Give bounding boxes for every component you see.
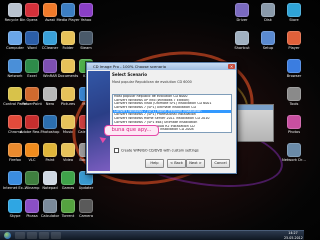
pdf-icon [25, 115, 39, 129]
dialog-heading: Select Scenario [112, 72, 147, 77]
ccleaner-icon [43, 31, 57, 45]
store-icon [287, 3, 301, 17]
desktop-icon-label: Browser [286, 74, 302, 78]
close-icon[interactable]: × [228, 64, 235, 69]
word-icon [25, 31, 39, 45]
desktop-icon[interactable]: Store [282, 2, 306, 30]
tray-clock[interactable]: 14:27 25.05.2012 [284, 231, 303, 240]
disk-icon [261, 3, 275, 17]
driver-icon [235, 3, 249, 17]
desktop-icon[interactable]: Steam [74, 30, 98, 58]
messenger-icon [79, 3, 93, 17]
cd-image-dialog: CD Image Pro - 100% Choose scenario × Se… [86, 62, 237, 174]
dialog-title: CD Image Pro - 100% Choose scenario [87, 63, 236, 70]
desktop-icon[interactable]: Camera [74, 198, 98, 226]
desktop-icon[interactable]: Tools [282, 86, 306, 114]
desktop-icon-label: Yahoo [80, 18, 92, 22]
disc-icon [43, 87, 57, 101]
archive-icon [43, 59, 57, 73]
games-icon [61, 171, 75, 185]
network-drive-icon [287, 143, 301, 157]
desktop-icon-label: Camera [78, 214, 94, 218]
checkbox-icon[interactable] [114, 148, 119, 153]
desktop-icon-label: Player [288, 46, 300, 50]
vlc-icon [25, 143, 39, 157]
cancel-button[interactable]: Cancel [211, 159, 230, 168]
desktop-icon-label: Network Drive [282, 158, 306, 162]
powerpoint-icon [25, 87, 39, 101]
desktop-icon-label: Steam [80, 46, 92, 50]
taskbar-button[interactable] [39, 232, 49, 239]
dialog-content: Select Scenario Most popular Republican … [112, 72, 233, 162]
opera-icon [25, 3, 39, 17]
annotation-callout: buna que apy... [104, 125, 159, 136]
dialog-side-banner [88, 71, 110, 171]
paint-icon [43, 143, 57, 157]
desktop-icon[interactable]: Yahoo [74, 2, 98, 30]
desktop-icon-label: Disk [264, 18, 272, 22]
checkbox-label: Create WIM/ISO CD/DVD with custom settin… [121, 148, 199, 153]
steam-icon [79, 31, 93, 45]
photos-icon [287, 115, 301, 129]
desktop-icon[interactable]: Browser [282, 58, 306, 86]
setup-icon [261, 31, 275, 45]
folder-icon [61, 31, 75, 45]
desktop-icon[interactable]: Photos [282, 114, 306, 142]
clock-date: 25.05.2012 [284, 235, 303, 240]
help-button[interactable]: Help [145, 159, 164, 168]
desktop-icon-label: Shortcut [234, 46, 250, 50]
desktop-icon[interactable]: Shortcut [230, 30, 254, 58]
desktop-icon-label: Tools [289, 102, 299, 106]
notepad-icon [43, 171, 57, 185]
folder-icon [61, 143, 75, 157]
media-player-icon [61, 3, 75, 17]
desktop-icon[interactable]: Setup [256, 30, 280, 58]
background-window[interactable] [236, 104, 274, 142]
torrent-icon [61, 199, 75, 213]
tools-icon [287, 87, 301, 101]
folder-icon [61, 59, 75, 73]
desktop-icon[interactable]: Updater [74, 170, 98, 198]
next-button[interactable]: Next > [186, 159, 205, 168]
shortcut-icon [235, 31, 249, 45]
antivirus-icon [43, 3, 57, 17]
folder-icon [61, 87, 75, 101]
taskbar-button[interactable] [27, 232, 37, 239]
desktop-icon[interactable]: Driver [230, 2, 254, 30]
browser-icon [287, 59, 301, 73]
custom-settings-checkbox[interactable]: Create WIM/ISO CD/DVD with custom settin… [114, 148, 199, 153]
desktop-icon[interactable]: Player [282, 30, 306, 58]
winamp-icon [25, 171, 39, 185]
desktop-icon-label: Setup [262, 46, 274, 50]
desktop-icon[interactable]: Network Drive [282, 142, 306, 170]
taskbar-button[interactable] [51, 232, 61, 239]
excel-icon [25, 59, 39, 73]
background-window-titlebar [237, 105, 273, 110]
desktop-icon-label: Driver [236, 18, 248, 22]
photoshop-icon [43, 115, 57, 129]
desktop-icon[interactable]: Disk [256, 2, 280, 30]
back-button[interactable]: < Back [167, 159, 186, 168]
start-icon[interactable] [4, 232, 11, 239]
dialog-subtext: Most popular Republican de evolution CD … [112, 80, 192, 84]
folder-icon [61, 115, 75, 129]
desktop-icon-label: Photos [287, 130, 301, 134]
desktop-icon-label: Updater [78, 186, 94, 190]
taskbar-button[interactable] [15, 232, 25, 239]
picasa-icon [25, 199, 39, 213]
calculator-icon [43, 199, 57, 213]
camera-icon [79, 199, 93, 213]
player-icon [287, 31, 301, 45]
taskbar: 14:27 25.05.2012 [0, 230, 304, 240]
desktop-icon-label: Store [289, 18, 299, 22]
